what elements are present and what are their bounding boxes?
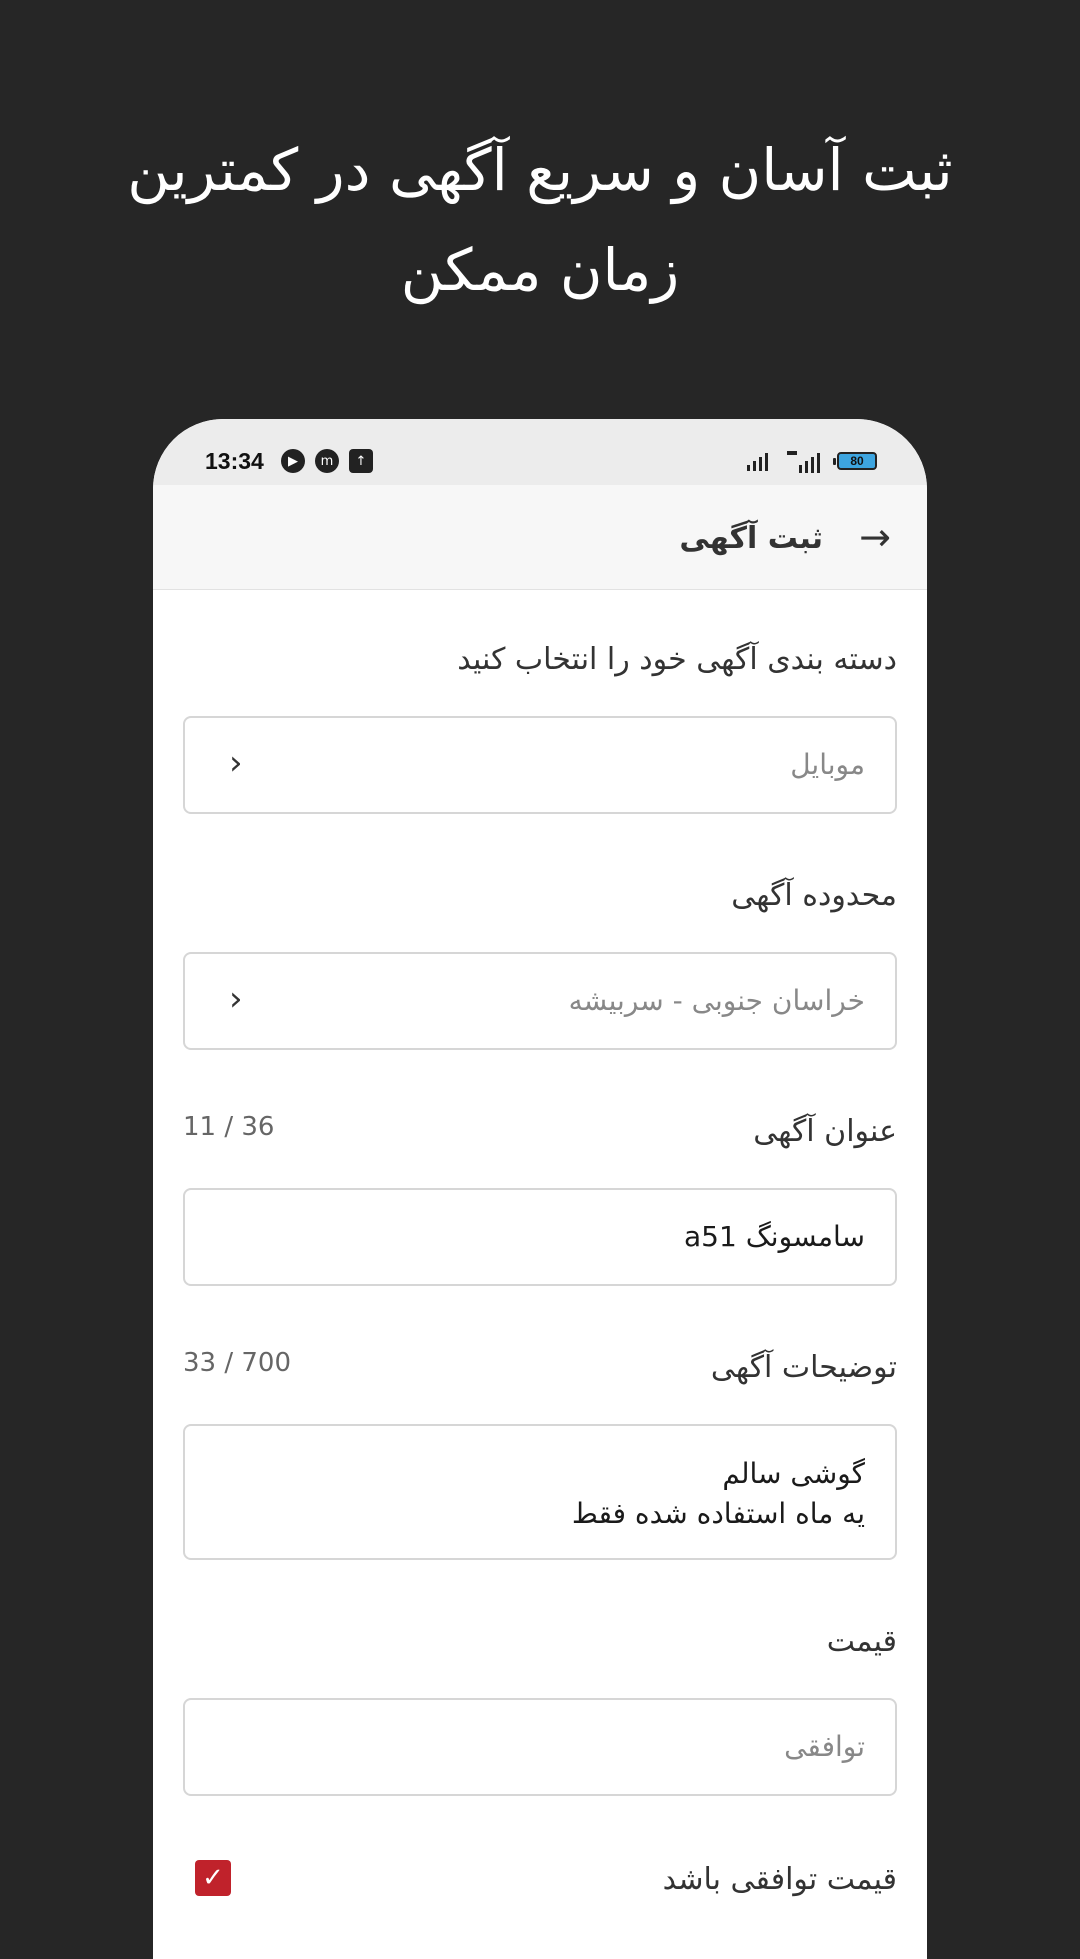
checkmark-icon: ✓ bbox=[202, 1863, 224, 1893]
signal-icon bbox=[747, 453, 768, 471]
play-icon: ▶ bbox=[281, 449, 305, 473]
region-label: محدوده آگهی bbox=[731, 878, 897, 913]
negotiable-label: قیمت توافقی باشد bbox=[662, 1862, 897, 1897]
status-icons-left: ▶ m ↑ bbox=[281, 449, 373, 473]
promo-headline-line1: ثبت آسان و سریع آگهی در کمترین bbox=[127, 136, 953, 204]
description-line-1: گوشی سالم bbox=[722, 1457, 865, 1490]
back-button[interactable]: → bbox=[853, 515, 897, 559]
category-select[interactable]: موبایل ‹ bbox=[183, 716, 897, 814]
chevron-left-icon: ‹ bbox=[229, 743, 243, 783]
status-icons-right: 80 bbox=[745, 449, 877, 473]
phone-screen: 13:34 ▶ m ↑ 80 → ثبت آگهی دسته بندی آگهی… bbox=[153, 419, 927, 1959]
region-value: خراسان جنوبی - سربیشه bbox=[568, 984, 865, 1017]
description-line-2: یه ماه استفاده شده فقط bbox=[571, 1497, 865, 1530]
category-value: موبایل bbox=[790, 748, 865, 781]
category-label: دسته بندی آگهی خود را انتخاب کنید bbox=[457, 642, 897, 677]
description-textarea[interactable]: گوشی سالم یه ماه استفاده شده فقط bbox=[183, 1424, 897, 1560]
price-placeholder: توافقی bbox=[784, 1730, 865, 1763]
chevron-left-icon: ‹ bbox=[229, 979, 243, 1019]
page-title: ثبت آگهی bbox=[679, 521, 823, 556]
price-label: قیمت bbox=[826, 1624, 897, 1659]
title-value: سامسونگ a51 bbox=[684, 1220, 865, 1253]
upload-icon: ↑ bbox=[349, 449, 373, 473]
battery-icon: 80 bbox=[833, 452, 877, 470]
description-char-counter: 33 / 700 bbox=[183, 1348, 291, 1378]
description-label: توضیحات آگهی bbox=[710, 1350, 897, 1385]
promo-headline: ثبت آسان و سریع آگهی در کمترین زمان ممکن bbox=[60, 120, 1020, 320]
title-label: عنوان آگهی bbox=[753, 1114, 897, 1149]
region-select[interactable]: خراسان جنوبی - سربیشه ‹ bbox=[183, 952, 897, 1050]
status-bar: 13:34 ▶ m ↑ 80 bbox=[153, 419, 927, 485]
promo-headline-line2: زمان ممکن bbox=[400, 236, 680, 304]
signal-4g-icon bbox=[787, 451, 820, 473]
battery-level: 80 bbox=[850, 454, 864, 468]
status-time: 13:34 bbox=[205, 448, 264, 474]
description-value: گوشی سالم یه ماه استفاده شده فقط bbox=[572, 1454, 865, 1534]
price-input[interactable]: توافقی bbox=[183, 1698, 897, 1796]
m-icon: m bbox=[315, 449, 339, 473]
app-bar: → ثبت آگهی bbox=[153, 485, 927, 590]
negotiable-checkbox[interactable]: ✓ bbox=[195, 1860, 231, 1896]
arrow-right-icon: → bbox=[859, 515, 891, 559]
title-char-counter: 11 / 36 bbox=[183, 1112, 275, 1142]
title-input[interactable]: سامسونگ a51 bbox=[183, 1188, 897, 1286]
